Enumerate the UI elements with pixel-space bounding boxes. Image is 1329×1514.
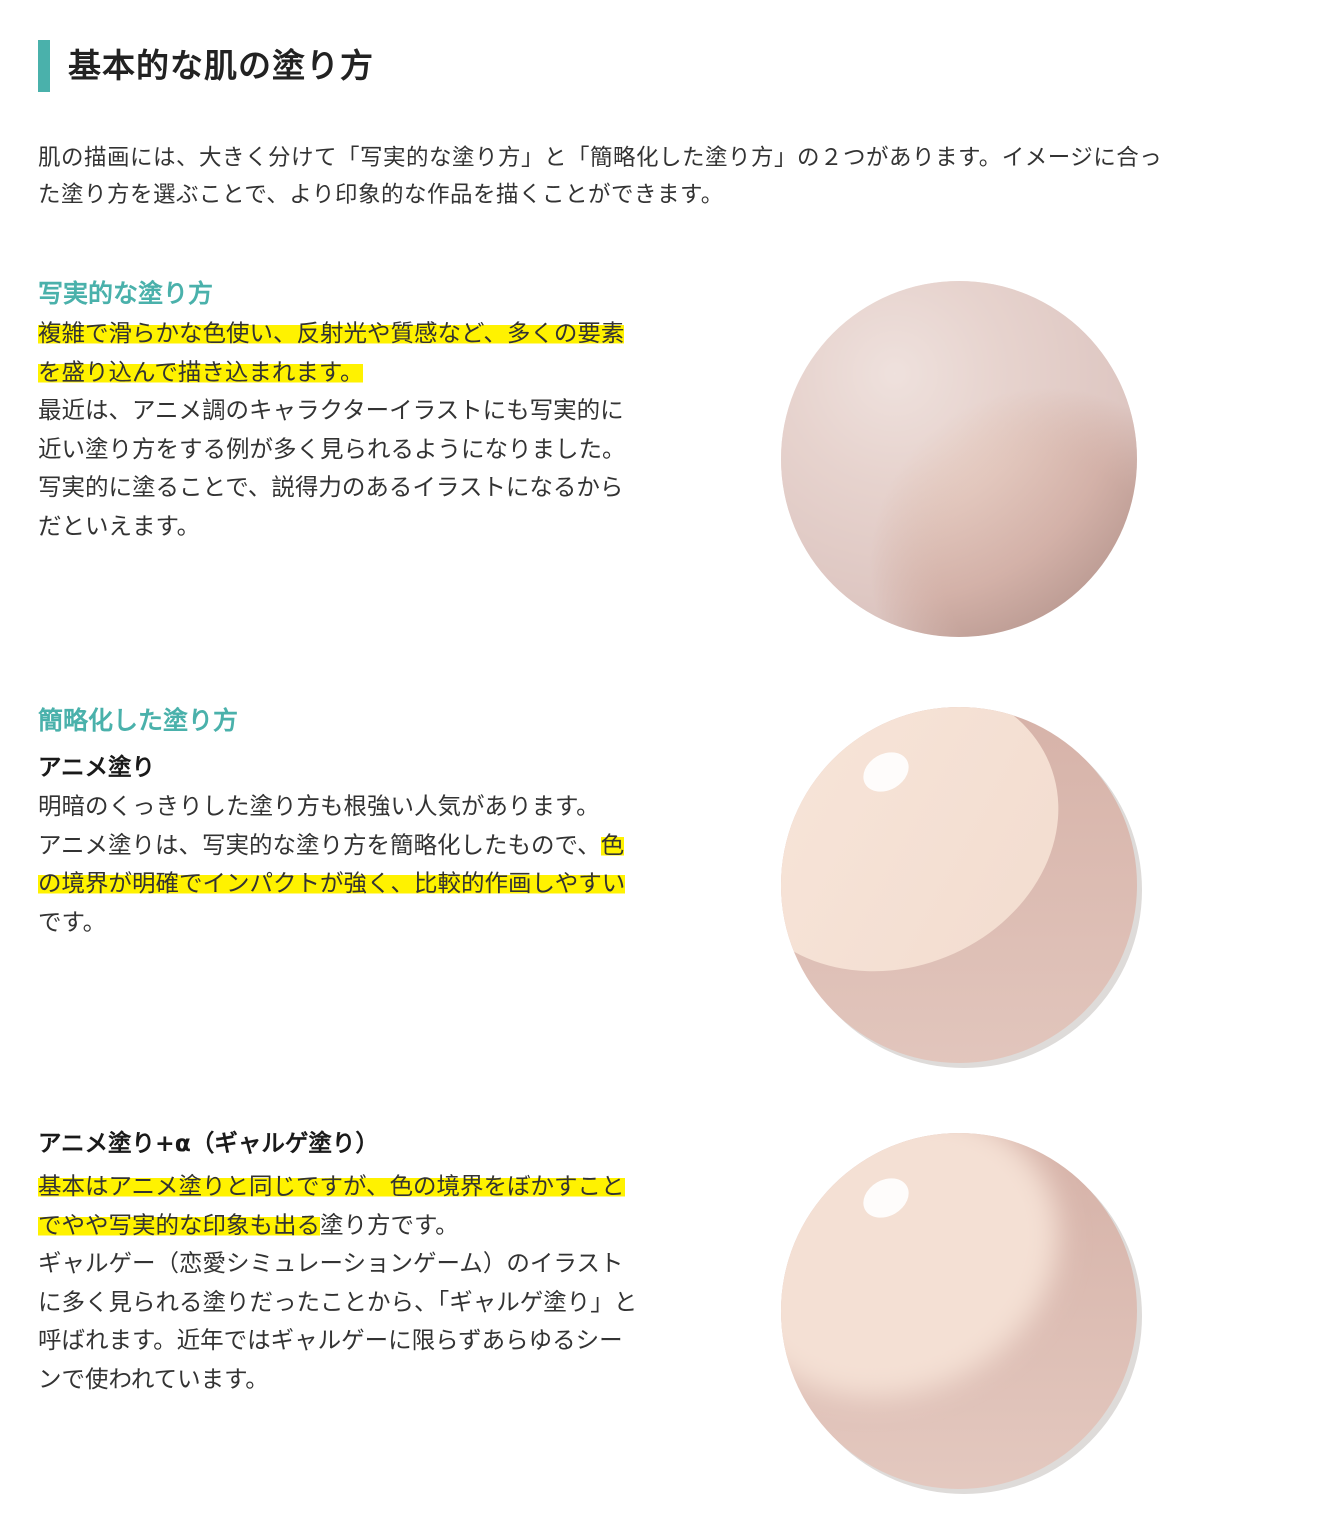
sphere-reflection (781, 281, 1137, 637)
text-line: の境界が明確でインパクトが強く、比較的作画しやすい (38, 864, 708, 903)
text-line: 写実的に塗ることで、説得力のあるイラストになるから (38, 473, 624, 501)
realistic-heading: 写実的な塗り方 (38, 279, 214, 308)
text-line: に多く見られる塗りだったことから、「ギャルゲ塗り」と (38, 1287, 638, 1316)
intro-line: た塗り方を選ぶことで、より印象的な作品を描くことができます。 (38, 182, 724, 208)
realistic-sphere-illustration (781, 281, 1137, 637)
text-line: 明暗のくっきりした塗り方も根強い人気があります。 (38, 792, 600, 820)
anime-body: 明暗のくっきりした塗り方も根強い人気があります。 アニメ塗りは、写実的な塗り方を… (38, 787, 708, 941)
text-line: 基本はアニメ塗りと同じですが、色の境界をぼかすこと (38, 1167, 708, 1206)
galge-body: 基本はアニメ塗りと同じですが、色の境界をぼかすこと でやや写実的な印象も出る塗り… (38, 1167, 708, 1398)
text-line: アニメ塗りは、写実的な塗り方を簡略化したもので、色 (38, 826, 708, 865)
text-line: 最近は、アニメ調のキャラクターイラストにも写実的に (38, 396, 624, 424)
anime-sphere-illustration (781, 707, 1142, 1068)
highlighted-text: 基本はアニメ塗りと同じですが、色の境界をぼかすこと (38, 1172, 625, 1200)
realistic-body: 複雑で滑らかな色使い、反射光や質感など、多くの要素 を盛り込んで描き込まれます。… (38, 314, 708, 545)
text-line: 近い塗り方をする例が多く見られるようになりました。 (38, 434, 626, 463)
page-title: 基本的な肌の塗り方 (68, 46, 374, 85)
intro-paragraph: 肌の描画には、大きく分けて「写実的な塗り方」と「簡略化した塗り方」の２つがありま… (38, 140, 1288, 214)
galge-sphere-illustration (781, 1133, 1142, 1494)
plain-text: アニメ塗りは、写実的な塗り方を簡略化したもので、 (38, 830, 601, 859)
simplified-heading: 簡略化した塗り方 (38, 706, 239, 735)
highlighted-text: 色 (600, 830, 625, 859)
intro-line: 肌の描画には、大きく分けて「写実的な塗り方」と「簡略化した塗り方」の２つがありま… (38, 145, 1163, 171)
highlighted-text: 複雑で滑らかな色使い、反射光や質感など、多くの要素 (38, 319, 625, 347)
text-line: だといえます。 (38, 511, 201, 540)
text-line: でやや写実的な印象も出る塗り方です。 (38, 1206, 708, 1245)
title-accent-bar (38, 40, 50, 92)
text-line: ギャルゲー（恋愛シミュレーションゲーム）のイラスト (38, 1249, 624, 1277)
galge-subheading: アニメ塗り+α（ギャルゲ塗り） (38, 1129, 379, 1157)
text-line: を盛り込んで描き込まれます。 (38, 353, 708, 392)
highlighted-text: でやや写実的な印象も出る (38, 1210, 320, 1239)
text-line: 呼ばれます。近年ではギャルゲーに限らずあらゆるシー (38, 1326, 623, 1354)
plain-text: 塗り方です。 (320, 1210, 459, 1239)
anime-subheading: アニメ塗り (38, 753, 156, 781)
text-line: 複雑で滑らかな色使い、反射光や質感など、多くの要素 (38, 314, 708, 353)
highlighted-text: を盛り込んで描き込まれます。 (38, 357, 364, 386)
text-line: ンで使われています。 (38, 1364, 269, 1393)
highlighted-text: の境界が明確でインパクトが強く、比較的作画しやすい (38, 869, 626, 897)
text-line: です。 (38, 907, 107, 936)
